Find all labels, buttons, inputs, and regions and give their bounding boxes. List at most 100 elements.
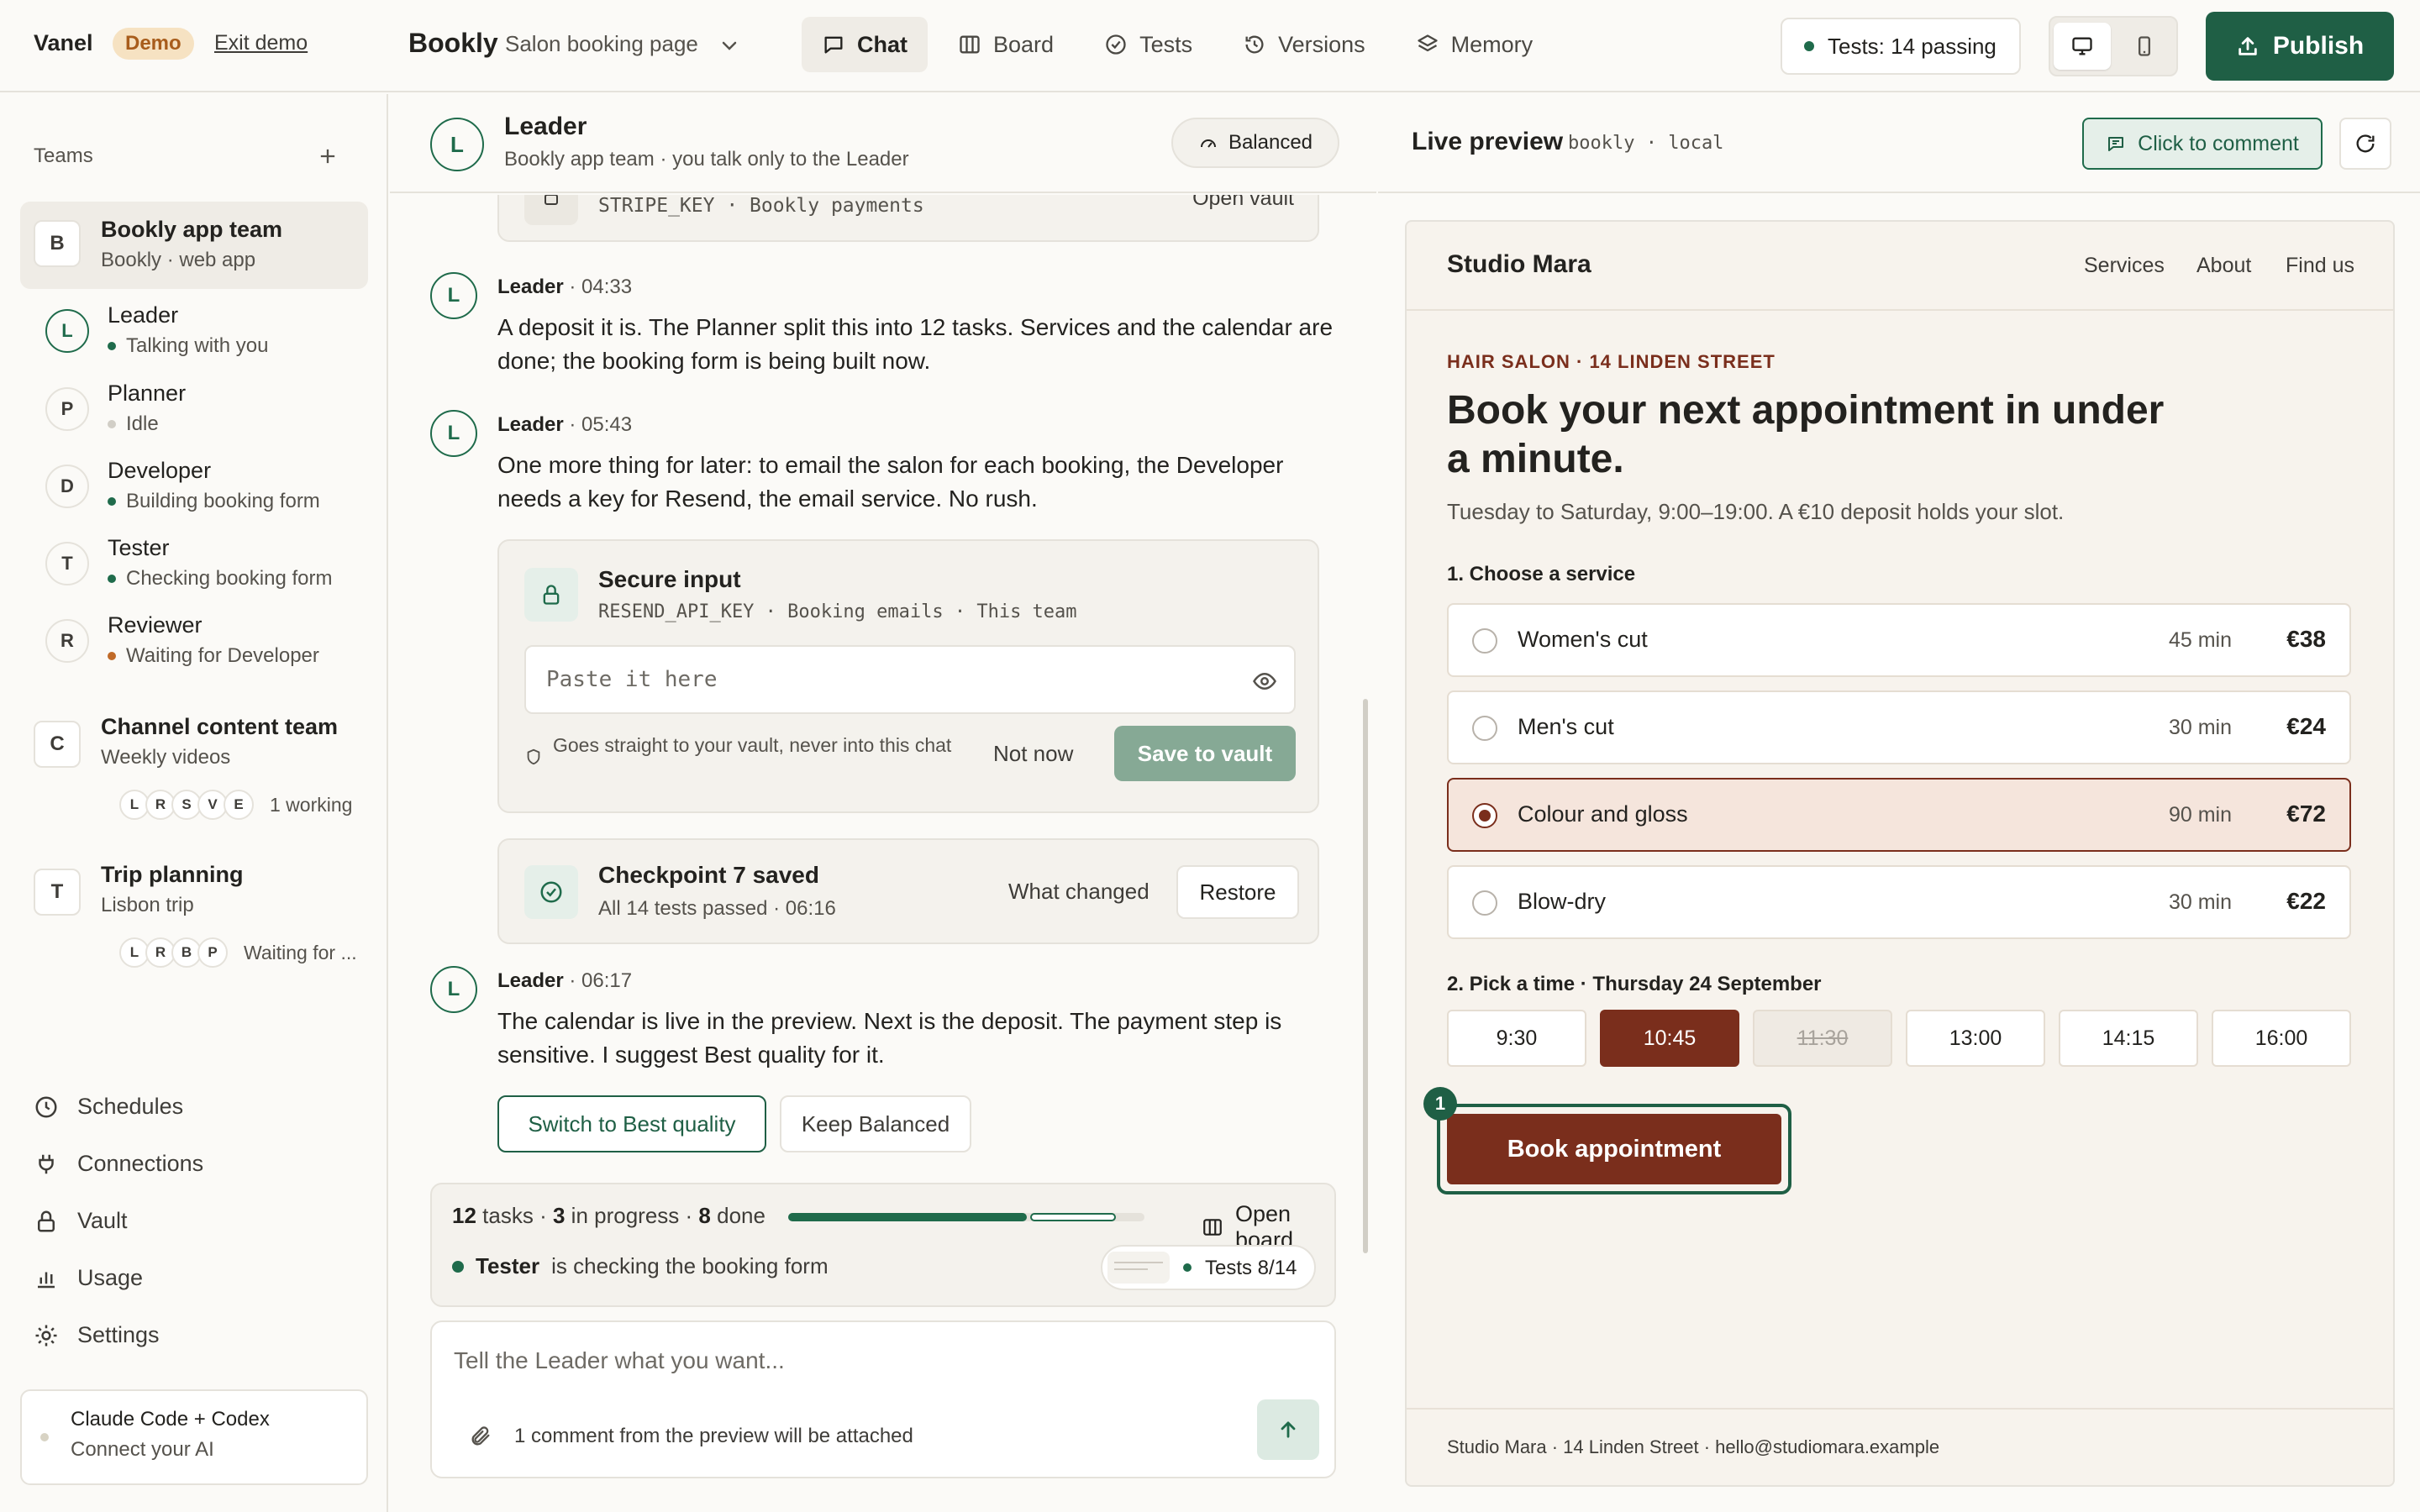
tab-memory[interactable]: Memory (1396, 17, 1554, 72)
secret-input[interactable]: Paste it here (524, 645, 1296, 714)
site-brand[interactable]: Studio Mara (1447, 250, 1591, 279)
status-dot (1183, 1263, 1192, 1272)
mobile-view-button[interactable] (2116, 23, 2173, 70)
refresh-button[interactable] (2339, 118, 2391, 170)
avatar: L (430, 272, 477, 319)
service-option-blow-dry[interactable]: Blow-dry 30 min €22 (1447, 865, 2351, 939)
nav-schedules[interactable]: Schedules (34, 1094, 183, 1120)
restore-button[interactable]: Restore (1176, 865, 1299, 919)
team-card-bookly[interactable]: B Bookly app team Bookly · web app (20, 202, 368, 289)
member-developer[interactable]: D Developer Building booking form (44, 454, 363, 522)
time-slot[interactable]: 16:00 (2212, 1010, 2351, 1067)
what-changed-link[interactable]: What changed (1008, 879, 1150, 905)
avatar: E (224, 790, 254, 820)
gear-icon (34, 1323, 59, 1348)
not-now-button[interactable]: Not now (993, 741, 1073, 767)
chat-scrollbar[interactable] (1363, 699, 1368, 1253)
check-circle-icon (1104, 33, 1128, 56)
team-name: Bookly app team (101, 217, 283, 242)
time-slot[interactable]: 9:30 (1447, 1010, 1586, 1067)
comment-marker[interactable]: 1 (1423, 1087, 1457, 1121)
tab-versions[interactable]: Versions (1223, 17, 1386, 72)
paperclip-icon[interactable] (469, 1425, 492, 1448)
message-text: One more thing for later: to email the s… (497, 452, 1284, 512)
open-vault-link[interactable]: Open vault (1192, 195, 1294, 211)
shield-icon (524, 748, 543, 766)
team-card-channel-content[interactable]: C Channel content team Weekly videos L R… (20, 702, 368, 828)
nav-connections[interactable]: Connections (34, 1151, 203, 1177)
site-eyebrow: HAIR SALON · 14 LINDEN STREET (1447, 351, 1776, 372)
message-input[interactable]: Tell the Leader what you want... (454, 1347, 1294, 1374)
time-slot-selected[interactable]: 10:45 (1600, 1010, 1739, 1067)
service-price: €24 (2286, 713, 2326, 739)
desktop-view-button[interactable] (2054, 23, 2111, 70)
avatar: T (45, 542, 89, 585)
add-team-button[interactable] (316, 144, 339, 168)
message-text: A deposit it is. The Planner split this … (497, 314, 1334, 374)
tab-label: Tests (1139, 31, 1193, 57)
tab-label: Chat (857, 31, 908, 57)
service-option-mens-cut[interactable]: Men's cut 30 min €24 (1447, 690, 2351, 764)
radio-button[interactable] (1472, 628, 1497, 654)
keep-balanced-button[interactable]: Keep Balanced (780, 1095, 971, 1152)
message-meta: Leader · 05:43 (497, 413, 633, 436)
member-status-text: Idle (126, 412, 159, 435)
click-to-comment-button[interactable]: Click to comment (2082, 118, 2323, 170)
team-name: Trip planning (101, 862, 244, 887)
lock-icon (34, 1209, 59, 1234)
tests-progress-pill[interactable]: Tests 8/14 (1101, 1245, 1316, 1290)
book-appointment-button[interactable]: Book appointment (1447, 1114, 1781, 1184)
connect-ai-card[interactable]: Claude Code + Codex Connect your AI (20, 1389, 368, 1485)
comment-label: Click to comment (2138, 131, 2299, 155)
service-option-colour-and-gloss[interactable]: Colour and gloss 90 min €72 (1447, 778, 2351, 852)
quality-mode-button[interactable]: Balanced (1171, 118, 1339, 168)
service-option-womens-cut[interactable]: Women's cut 45 min €38 (1447, 603, 2351, 677)
site-nav-about[interactable]: About (2196, 254, 2251, 278)
radio-button[interactable] (1472, 803, 1497, 828)
time-slot[interactable]: 13:00 (1906, 1010, 2045, 1067)
vault-key-card: STRIPE_KEY · Bookly payments Open vault (497, 195, 1319, 242)
project-subtitle[interactable]: Salon booking page (505, 31, 698, 57)
secure-input-note: Goes straight to your vault, never into … (553, 734, 952, 756)
nav-settings[interactable]: Settings (34, 1322, 160, 1348)
plus-icon (316, 144, 339, 168)
tests-status-pill[interactable]: Tests: 14 passing (1781, 18, 2021, 75)
team-status: 1 working (270, 793, 353, 816)
tab-label: Board (993, 31, 1055, 57)
tab-board[interactable]: Board (938, 17, 1074, 72)
agent-activity: Tester is checking the booking form (452, 1253, 829, 1279)
nav-vault[interactable]: Vault (34, 1208, 128, 1234)
task-done: 8 (698, 1203, 711, 1228)
send-button[interactable] (1257, 1399, 1319, 1460)
site-nav-services[interactable]: Services (2084, 254, 2165, 278)
save-to-vault-button[interactable]: Save to vault (1114, 726, 1296, 781)
tab-chat[interactable]: Chat (802, 17, 928, 72)
publish-button[interactable]: Publish (2206, 12, 2394, 81)
clock-icon (34, 1095, 59, 1120)
member-name: Developer (108, 458, 212, 483)
site-nav-find-us[interactable]: Find us (2286, 254, 2354, 278)
chevron-down-icon[interactable] (719, 35, 739, 55)
team-subtitle: Weekly videos (101, 746, 231, 769)
nav-usage[interactable]: Usage (34, 1265, 143, 1291)
eye-icon[interactable] (1252, 669, 1277, 694)
member-status: Waiting for Developer (108, 644, 319, 668)
project-name[interactable]: Bookly (408, 28, 498, 59)
time-slot[interactable]: 14:15 (2059, 1010, 2198, 1067)
message-meta: Leader · 04:33 (497, 276, 633, 298)
member-tester[interactable]: T Tester Checking booking form (44, 532, 363, 599)
exit-demo-link[interactable]: Exit demo (214, 31, 308, 55)
member-reviewer[interactable]: R Reviewer Waiting for Developer (44, 609, 363, 676)
status-dot (108, 575, 116, 583)
radio-button[interactable] (1472, 890, 1497, 916)
avatar: P (197, 937, 228, 968)
site-headline-line-1: Book your next appointment in under (1447, 388, 2165, 433)
tests-progress-text: Tests 8/14 (1205, 1257, 1297, 1279)
secret-input-placeholder: Paste it here (546, 667, 718, 692)
radio-button[interactable] (1472, 716, 1497, 741)
member-leader[interactable]: L Leader Talking with you (44, 299, 363, 366)
member-planner[interactable]: P Planner Idle (44, 377, 363, 444)
tab-tests[interactable]: Tests (1084, 17, 1213, 72)
team-card-trip-planning[interactable]: T Trip planning Lisbon trip L R B P Wait… (20, 850, 368, 976)
switch-best-quality-button[interactable]: Switch to Best quality (497, 1095, 766, 1152)
